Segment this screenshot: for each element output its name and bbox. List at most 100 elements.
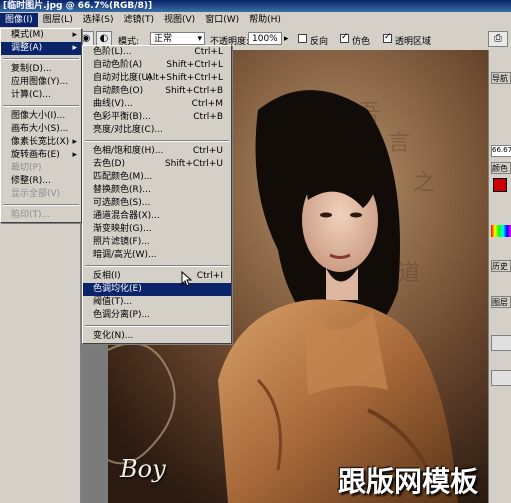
zoom-readout[interactable]: 66.67 (491, 145, 511, 157)
adjust-menu-item[interactable]: 自动对比度(U) Alt+Shift+Ctrl+L (83, 72, 231, 85)
adjust-menu-item[interactable]: 通道混合器(X)... (83, 210, 231, 223)
reverse-checkbox[interactable] (298, 34, 307, 43)
image-menu-item[interactable]: 调整(A) ▸ (1, 42, 81, 55)
image-menu-item-label: 裁切(P) (11, 163, 42, 173)
adjust-menu-item-label: 阈值(T)... (93, 297, 133, 307)
check-icon: ✓ (341, 32, 349, 42)
shortcut-text: Shift+Ctrl+L (166, 60, 223, 70)
color-ramp[interactable] (491, 225, 511, 237)
tab-history[interactable]: 历史 (491, 260, 511, 272)
adjust-menu-item-label: 变化(N)... (93, 331, 134, 341)
adjust-menu-item[interactable]: 曲线(V)... Ctrl+M (83, 98, 231, 111)
adjust-menu-item-label: 反相(I) (93, 271, 121, 281)
adjust-menu-item[interactable]: 去色(D) Shift+Ctrl+U (83, 158, 231, 171)
adjust-menu-item[interactable]: 阈值(T)... (83, 296, 231, 309)
layer-thumbnail[interactable] (491, 370, 511, 386)
opacity-arrow-icon[interactable]: ▸ (284, 34, 289, 44)
image-menu-item-label: 复制(D)... (11, 64, 52, 74)
adjust-menu-item-label: 匹配颜色(M)... (93, 172, 153, 182)
check-icon: ✓ (384, 32, 392, 42)
adjust-menu-item[interactable]: 色调均化(E) (83, 283, 231, 296)
opacity-input[interactable]: 100% (248, 32, 282, 45)
adjust-menu-item-label: 通道混合器(X)... (93, 211, 160, 221)
layer-thumbnail[interactable] (491, 335, 511, 351)
adjust-menu-item[interactable]: 可选颜色(S)... (83, 197, 231, 210)
adjust-menu-item[interactable]: 亮度/对比度(C)... (83, 124, 231, 137)
image-menu-item[interactable]: 图像大小(I)... (1, 110, 81, 123)
image-menu-item[interactable]: 旋转画布(E) ▸ (1, 149, 81, 162)
tab-layers[interactable]: 图层 (491, 296, 511, 308)
menu-separator (85, 265, 229, 267)
image-menu-item: 陷印(T)... (1, 209, 81, 222)
menu-select[interactable]: 选择(S) (78, 13, 119, 27)
menu-layer[interactable]: 图层(L) (38, 13, 78, 27)
submenu-arrow-icon: ▸ (72, 137, 77, 147)
image-menu-item[interactable]: 模式(M) ▸ (1, 29, 81, 42)
svg-text:言: 言 (388, 131, 410, 156)
adjust-menu-item[interactable]: 照片滤镜(F)... (83, 236, 231, 249)
palette-well-icon[interactable]: ⎙ (488, 31, 508, 47)
tab-color[interactable]: 颜色 (491, 162, 511, 174)
image-menu-item-label: 像素长宽比(X) (11, 137, 70, 147)
right-panel-dock: 导航 66.67 颜色 历史 图层 (488, 50, 511, 503)
adjust-menu-item-label: 自动色阶(A) (93, 60, 143, 70)
image-menu-item-label: 显示全部(V) (11, 189, 61, 199)
mode-select[interactable]: 正常 ▾ (150, 32, 205, 45)
adjust-menu-item-label: 亮度/对比度(C)... (93, 125, 163, 135)
mouse-cursor-icon (181, 271, 193, 287)
menu-separator (3, 58, 79, 60)
image-menu-item: 显示全部(V) (1, 188, 81, 201)
foreground-color-swatch[interactable] (493, 178, 507, 192)
adjust-menu-item[interactable]: 色阶(L)... Ctrl+L (83, 46, 231, 59)
adjust-menu-item[interactable]: 匹配颜色(M)... (83, 171, 231, 184)
shortcut-text: Ctrl+M (191, 99, 223, 109)
menu-help[interactable]: 帮助(H) (244, 13, 286, 27)
adjust-menu-item-label: 渐变映射(G)... (93, 224, 152, 234)
menu-image[interactable]: 图像(I) (0, 13, 38, 27)
adjust-menu-item[interactable]: 色调分离(P)... (83, 309, 231, 322)
menu-separator (3, 204, 79, 206)
image-menu-item-label: 旋转画布(E) (11, 150, 60, 160)
shortcut-text: Shift+Ctrl+U (164, 159, 223, 169)
adjust-menu-item-label: 色阶(L)... (93, 47, 132, 57)
adjust-menu-item[interactable]: 色彩平衡(B)... Ctrl+B (83, 111, 231, 124)
opacity-value: 100% (252, 34, 278, 44)
adjust-menu-item[interactable]: 自动颜色(O) Shift+Ctrl+B (83, 85, 231, 98)
image-menu-item[interactable]: 复制(D)... (1, 63, 81, 76)
adjust-menu-item[interactable]: 色相/饱和度(H)... Ctrl+U (83, 145, 231, 158)
menu-view[interactable]: 视图(V) (159, 13, 200, 27)
dither-checkbox[interactable]: ✓ (340, 32, 349, 43)
adjust-menu-item[interactable]: 渐变映射(G)... (83, 223, 231, 236)
adjust-menu-item[interactable]: 暗调/高光(W)... (83, 249, 231, 262)
svg-text:之: 之 (413, 171, 435, 196)
menu-filter[interactable]: 滤镜(T) (118, 13, 159, 27)
mode-value: 正常 (154, 34, 173, 44)
adjust-menu-item-label: 色彩平衡(B)... (93, 112, 151, 122)
image-menu-item[interactable]: 计算(C)... (1, 89, 81, 102)
shortcut-text: Ctrl+L (194, 47, 223, 57)
adjust-menu-item-label: 暗调/高光(W)... (93, 250, 157, 260)
tab-navigator[interactable]: 导航 (491, 72, 511, 84)
adjust-menu-item-label: 自动颜色(O) (93, 86, 144, 96)
image-menu-item-label: 画布大小(S)... (11, 124, 69, 134)
menu-window[interactable]: 窗口(W) (200, 13, 244, 27)
image-menu-item[interactable]: 修整(R)... (1, 175, 81, 188)
shortcut-text: Ctrl+I (196, 271, 223, 281)
image-menu-item-label: 陷印(T)... (11, 210, 51, 220)
image-menu-item[interactable]: 画布大小(S)... (1, 123, 81, 136)
watermark-text: 跟版网模板 (338, 465, 479, 498)
reverse-label: 反向 (310, 37, 329, 47)
transparency-checkbox[interactable]: ✓ (383, 32, 392, 43)
menu-bar: 图像(I) 图层(L) 选择(S) 滤镜(T) 视图(V) 窗口(W) 帮助(H… (0, 12, 511, 29)
adjust-menu-item[interactable]: 反相(I) Ctrl+I (83, 270, 231, 283)
image-menu-item-label: 模式(M) (11, 30, 44, 40)
adjust-menu-item[interactable]: 替换颜色(R)... (83, 184, 231, 197)
transparency-label: 透明区域 (395, 37, 432, 47)
image-menu-item[interactable]: 像素长宽比(X) ▸ (1, 136, 81, 149)
submenu-arrow-icon: ▸ (72, 43, 77, 53)
adjust-menu-item-label: 可选颜色(S)... (93, 198, 151, 208)
adjust-menu-item[interactable]: 自动色阶(A) Shift+Ctrl+L (83, 59, 231, 72)
image-menu-item[interactable]: 应用图像(Y)... (1, 76, 81, 89)
adjustments-submenu: 色阶(L)... Ctrl+L 自动色阶(A) Shift+Ctrl+L 自动对比度(U… (82, 45, 232, 344)
adjust-menu-item[interactable]: 变化(N)... (83, 330, 231, 343)
